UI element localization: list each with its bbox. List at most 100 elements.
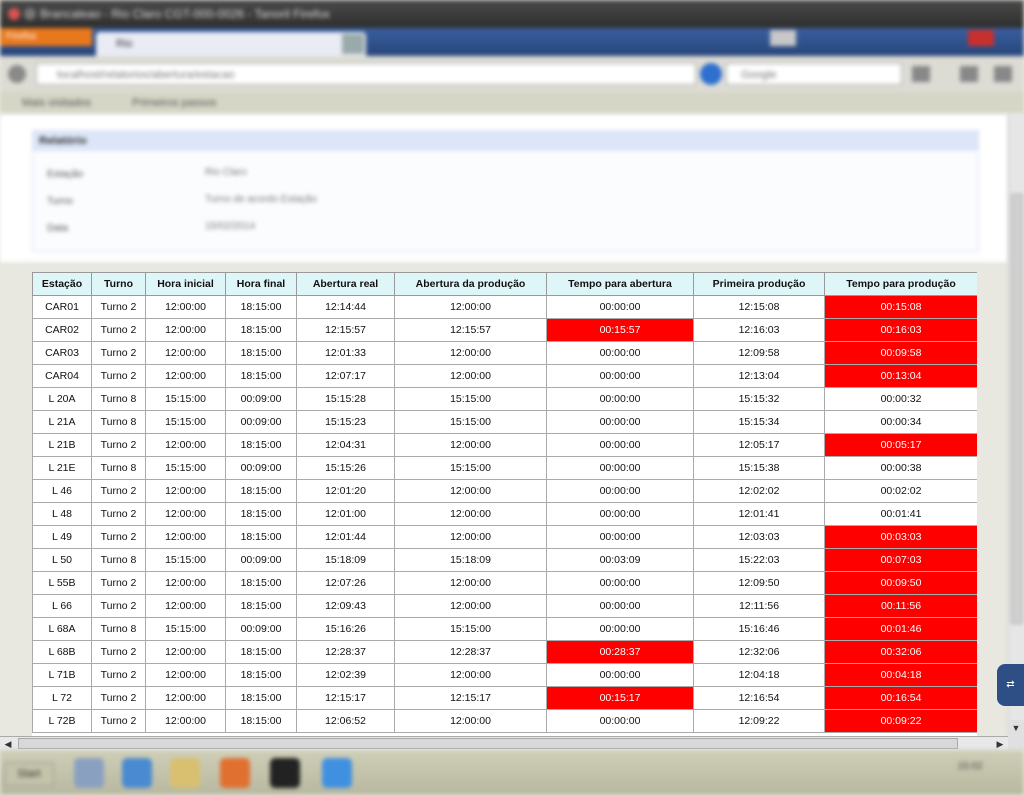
menu-icon[interactable] [994, 66, 1012, 82]
col-header-turno[interactable]: Turno [91, 272, 146, 296]
cell-abertura-producao: 12:00:00 [394, 364, 547, 388]
scroll-down-arrow-icon[interactable]: ▼ [1008, 720, 1024, 736]
address-bar[interactable]: localhost/relatorios/abertura/estacao [36, 63, 696, 85]
scroll-right-arrow-icon[interactable]: ▶ [992, 737, 1008, 751]
cell-hora-final: 18:15:00 [225, 318, 297, 342]
scrollbar-corner [1008, 736, 1024, 750]
cell-primeira-producao: 12:11:56 [693, 594, 825, 618]
new-tab-button[interactable] [342, 34, 364, 54]
col-header-hora-inicial[interactable]: Hora inicial [145, 272, 226, 296]
table-row: CAR01 Turno 2 12:00:00 18:15:00 12:14:44 12:0… [32, 295, 977, 319]
folder-app-icon[interactable] [170, 758, 200, 788]
field-label: Estação [47, 169, 84, 180]
cell-abertura-producao: 12:15:17 [394, 686, 547, 710]
cell-abertura-real: 15:15:26 [296, 456, 395, 480]
system-clock: 15:02 [957, 761, 983, 772]
cell-tempo-producao: 00:11:56 [824, 594, 977, 618]
firefox-app-icon[interactable] [220, 758, 250, 788]
window-restore-button[interactable] [770, 30, 796, 46]
home-icon[interactable] [960, 66, 978, 82]
document-app-icon[interactable] [322, 758, 352, 788]
cell-estacao: CAR02 [32, 318, 92, 342]
cell-abertura-producao: 12:28:37 [394, 640, 547, 664]
cell-estacao: L 68B [32, 640, 92, 664]
firefox-menu-button[interactable]: Firefox [0, 28, 92, 46]
search-input[interactable]: Google [726, 63, 902, 85]
cell-hora-final: 18:15:00 [225, 709, 297, 733]
bookmark-getting-started[interactable]: Primeiros passos [132, 92, 216, 114]
cell-tempo-producao: 00:03:03 [824, 525, 977, 549]
table-row: L 46 Turno 2 12:00:00 18:15:00 12:01:20 12:00… [32, 479, 977, 503]
cell-hora-final: 18:15:00 [225, 594, 297, 618]
window-close-button[interactable] [968, 30, 994, 46]
horizontal-scroll-thumb[interactable] [18, 738, 958, 749]
cell-hora-final: 00:09:00 [225, 456, 297, 480]
vertical-scrollbar[interactable] [1008, 114, 1024, 736]
col-header-abertura-real[interactable]: Abertura real [296, 272, 395, 296]
report-table-container: Estação Turno Hora inicial Hora final Ab… [32, 272, 977, 736]
cell-estacao: L 71B [32, 663, 92, 687]
cell-tempo-abertura: 00:00:00 [546, 410, 694, 434]
table-row: L 66 Turno 2 12:00:00 18:15:00 12:09:43 12:00… [32, 594, 977, 618]
table-row: L 72B Turno 2 12:00:00 18:15:00 12:06:52 12:0… [32, 709, 977, 733]
col-header-tempo-producao[interactable]: Tempo para produção [824, 272, 977, 296]
vertical-scroll-thumb[interactable] [1011, 194, 1023, 624]
cell-tempo-producao: 00:15:08 [824, 295, 977, 319]
cell-tempo-producao: 00:07:03 [824, 548, 977, 572]
cell-hora-final: 18:15:00 [225, 640, 297, 664]
cell-tempo-abertura: 00:00:00 [546, 479, 694, 503]
back-icon[interactable] [8, 65, 26, 83]
col-header-tempo-abertura[interactable]: Tempo para abertura [546, 272, 694, 296]
navigation-toolbar: localhost/relatorios/abertura/estacao Go… [0, 56, 1024, 93]
horizontal-scrollbar[interactable]: ◀ ▶ [0, 736, 1008, 751]
teamviewer-panel-icon[interactable]: ⇄ [997, 664, 1024, 706]
cell-tempo-producao: 00:02:02 [824, 479, 977, 503]
cell-estacao: CAR04 [32, 364, 92, 388]
minimize-window-icon[interactable] [24, 8, 36, 20]
col-header-hora-final[interactable]: Hora final [225, 272, 297, 296]
cell-tempo-producao: 00:13:04 [824, 364, 977, 388]
go-icon[interactable] [700, 63, 722, 85]
cell-abertura-real: 12:07:17 [296, 364, 395, 388]
cell-hora-inicial: 15:15:00 [145, 548, 226, 572]
col-header-primeira-producao[interactable]: Primeira produção [693, 272, 825, 296]
close-window-icon[interactable] [8, 8, 20, 20]
bookmark-most-visited[interactable]: Mais visitados [22, 92, 91, 114]
cell-tempo-abertura: 00:00:00 [546, 502, 694, 526]
browser-tab[interactable]: Rio [96, 32, 366, 56]
terminal-app-icon[interactable] [270, 758, 300, 788]
cell-primeira-producao: 12:32:06 [693, 640, 825, 664]
cell-turno: Turno 8 [91, 410, 146, 434]
cell-estacao: L 68A [32, 617, 92, 641]
cell-abertura-producao: 12:00:00 [394, 341, 547, 365]
cell-tempo-abertura: 00:00:00 [546, 456, 694, 480]
cell-abertura-producao: 12:00:00 [394, 663, 547, 687]
cell-abertura-real: 12:09:43 [296, 594, 395, 618]
table-row: CAR04 Turno 2 12:00:00 18:15:00 12:07:17 12:0… [32, 364, 977, 388]
cell-estacao: L 20A [32, 387, 92, 411]
scroll-left-arrow-icon[interactable]: ◀ [0, 737, 16, 751]
mail-app-icon[interactable] [122, 758, 152, 788]
start-button[interactable]: Start [4, 762, 54, 786]
cell-tempo-producao: 00:00:34 [824, 410, 977, 434]
col-header-abertura-producao[interactable]: Abertura da produção [394, 272, 547, 296]
cell-turno: Turno 2 [91, 364, 146, 388]
cell-abertura-real: 12:06:52 [296, 709, 395, 733]
cell-hora-final: 18:15:00 [225, 525, 297, 549]
cell-abertura-producao: 15:15:00 [394, 456, 547, 480]
cell-abertura-real: 12:01:33 [296, 341, 395, 365]
cell-tempo-producao: 00:04:18 [824, 663, 977, 687]
user-app-icon[interactable] [74, 758, 104, 788]
field-label: Turno [47, 196, 73, 207]
cell-tempo-producao: 00:16:03 [824, 318, 977, 342]
cell-turno: Turno 2 [91, 709, 146, 733]
downloads-icon[interactable] [912, 66, 930, 82]
cell-abertura-producao: 15:15:00 [394, 387, 547, 411]
cell-tempo-producao: 00:09:58 [824, 341, 977, 365]
table-row: L 71B Turno 2 12:00:00 18:15:00 12:02:39 12:0… [32, 663, 977, 687]
cell-abertura-real: 12:28:37 [296, 640, 395, 664]
cell-turno: Turno 2 [91, 640, 146, 664]
col-header-estacao[interactable]: Estação [32, 272, 92, 296]
cell-hora-final: 00:09:00 [225, 617, 297, 641]
cell-hora-final: 18:15:00 [225, 502, 297, 526]
